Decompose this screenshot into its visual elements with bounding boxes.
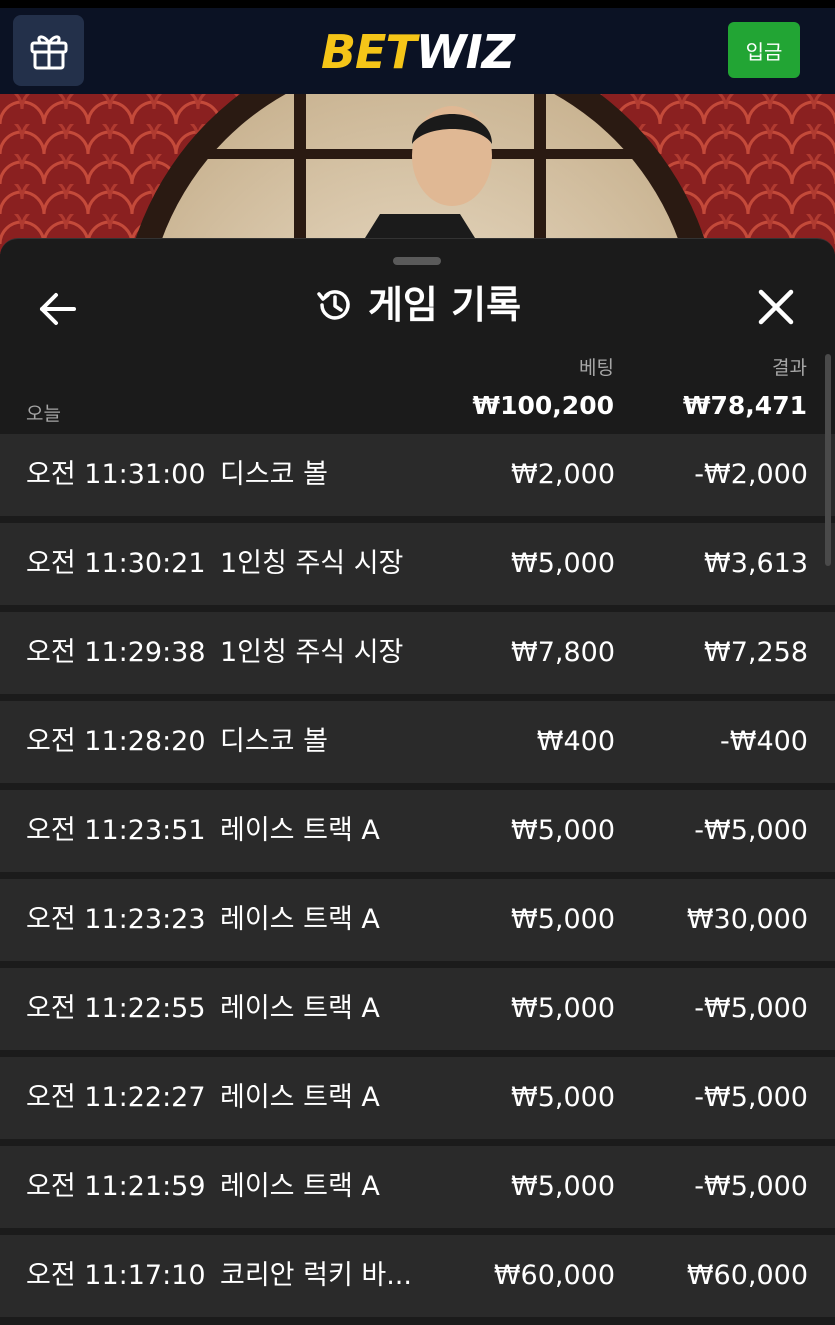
row-bet: ₩400 xyxy=(536,726,615,757)
row-time: 오전 11:29:38 xyxy=(26,637,206,668)
history-row[interactable]: 오전 11:22:55 레이스 트랙 A ₩5,000 -₩5,000 xyxy=(0,968,835,1050)
row-time: 오전 11:21:59 xyxy=(26,1171,206,1202)
total-bet: ₩100,200 xyxy=(472,391,614,420)
history-row[interactable]: 오전 11:30:21 1인칭 주식 시장 ₩5,000 ₩3,613 xyxy=(0,523,835,605)
row-result: -₩2,000 xyxy=(694,459,808,490)
row-result: ₩3,613 xyxy=(704,548,808,579)
row-result: -₩5,000 xyxy=(694,993,808,1024)
row-result: -₩400 xyxy=(720,726,808,757)
row-bet: ₩5,000 xyxy=(511,904,615,935)
history-row[interactable]: 오전 11:28:20 디스코 볼 ₩400 -₩400 xyxy=(0,701,835,783)
row-game: 레이스 트랙 A xyxy=(220,993,380,1024)
row-game: 1인칭 주식 시장 xyxy=(220,637,404,668)
row-time: 오전 11:28:20 xyxy=(26,726,206,757)
row-bet: ₩5,000 xyxy=(511,993,615,1024)
betwiz-logo[interactable]: BETWIZ xyxy=(0,26,835,78)
history-row[interactable]: 오전 11:22:27 레이스 트랙 A ₩5,000 -₩5,000 xyxy=(0,1057,835,1139)
row-result: ₩7,258 xyxy=(704,637,808,668)
row-bet: ₩5,000 xyxy=(511,815,615,846)
page-title: 게임 기록 xyxy=(367,283,522,327)
row-result: ₩60,000 xyxy=(686,1260,808,1291)
row-game: 레이스 트랙 A xyxy=(220,1171,380,1202)
history-row[interactable]: 오전 11:23:51 레이스 트랙 A ₩5,000 -₩5,000 xyxy=(0,790,835,872)
history-icon xyxy=(317,290,350,320)
row-bet: ₩7,800 xyxy=(511,637,615,668)
row-game: 레이스 트랙 A xyxy=(220,904,380,935)
row-game: 1인칭 주식 시장 xyxy=(220,548,404,579)
row-game: 레이스 트랙 A xyxy=(220,815,380,846)
row-time: 오전 11:17:10 xyxy=(26,1260,206,1291)
game-history-sheet: 게임 기록 베팅 결과 오늘 ₩100,200 ₩78,471 오전 11:31… xyxy=(0,238,835,1325)
row-result: -₩5,000 xyxy=(694,1171,808,1202)
drag-handle[interactable] xyxy=(393,257,441,265)
deposit-button[interactable]: 입금 xyxy=(728,22,800,78)
row-time: 오전 11:30:21 xyxy=(26,548,206,579)
row-game: 코리안 럭키 바... xyxy=(220,1260,412,1291)
row-game: 디스코 볼 xyxy=(220,459,328,490)
row-bet: ₩5,000 xyxy=(511,1171,615,1202)
row-time: 오전 11:22:27 xyxy=(26,1082,206,1113)
row-time: 오전 11:23:51 xyxy=(26,815,206,846)
sheet-header: 게임 기록 xyxy=(0,279,835,331)
total-result: ₩78,471 xyxy=(682,391,807,420)
row-bet: ₩5,000 xyxy=(511,1082,615,1113)
close-icon[interactable] xyxy=(756,287,796,327)
bet-column-header: 베팅 xyxy=(579,357,614,379)
scrollbar[interactable] xyxy=(825,354,831,566)
row-time: 오전 11:23:23 xyxy=(26,904,206,935)
result-column-header: 결과 xyxy=(772,357,807,379)
row-result: -₩5,000 xyxy=(694,1082,808,1113)
row-bet: ₩60,000 xyxy=(493,1260,615,1291)
row-bet: ₩5,000 xyxy=(511,548,615,579)
history-row[interactable]: 오전 11:17:10 코리안 럭키 바... ₩60,000 ₩60,000 xyxy=(0,1235,835,1317)
row-bet: ₩2,000 xyxy=(511,459,615,490)
top-bar: BETWIZ 입금 xyxy=(0,0,835,94)
row-time: 오전 11:31:00 xyxy=(26,459,206,490)
history-list: 오전 11:31:00 디스코 볼 ₩2,000 -₩2,000 오전 11:3… xyxy=(0,434,835,1324)
live-stream-video[interactable] xyxy=(0,94,835,254)
dealer-stream-image xyxy=(0,94,835,254)
history-row[interactable]: 오전 11:21:59 레이스 트랙 A ₩5,000 -₩5,000 xyxy=(0,1146,835,1228)
day-label: 오늘 xyxy=(26,403,61,425)
row-game: 디스코 볼 xyxy=(220,726,328,757)
history-row[interactable]: 오전 11:31:00 디스코 볼 ₩2,000 -₩2,000 xyxy=(0,434,835,516)
row-result: -₩5,000 xyxy=(694,815,808,846)
row-time: 오전 11:22:55 xyxy=(26,993,206,1024)
history-row[interactable]: 오전 11:29:38 1인칭 주식 시장 ₩7,800 ₩7,258 xyxy=(0,612,835,694)
row-result: ₩30,000 xyxy=(686,904,808,935)
row-game: 레이스 트랙 A xyxy=(220,1082,380,1113)
history-row[interactable]: 오전 11:23:23 레이스 트랙 A ₩5,000 ₩30,000 xyxy=(0,879,835,961)
